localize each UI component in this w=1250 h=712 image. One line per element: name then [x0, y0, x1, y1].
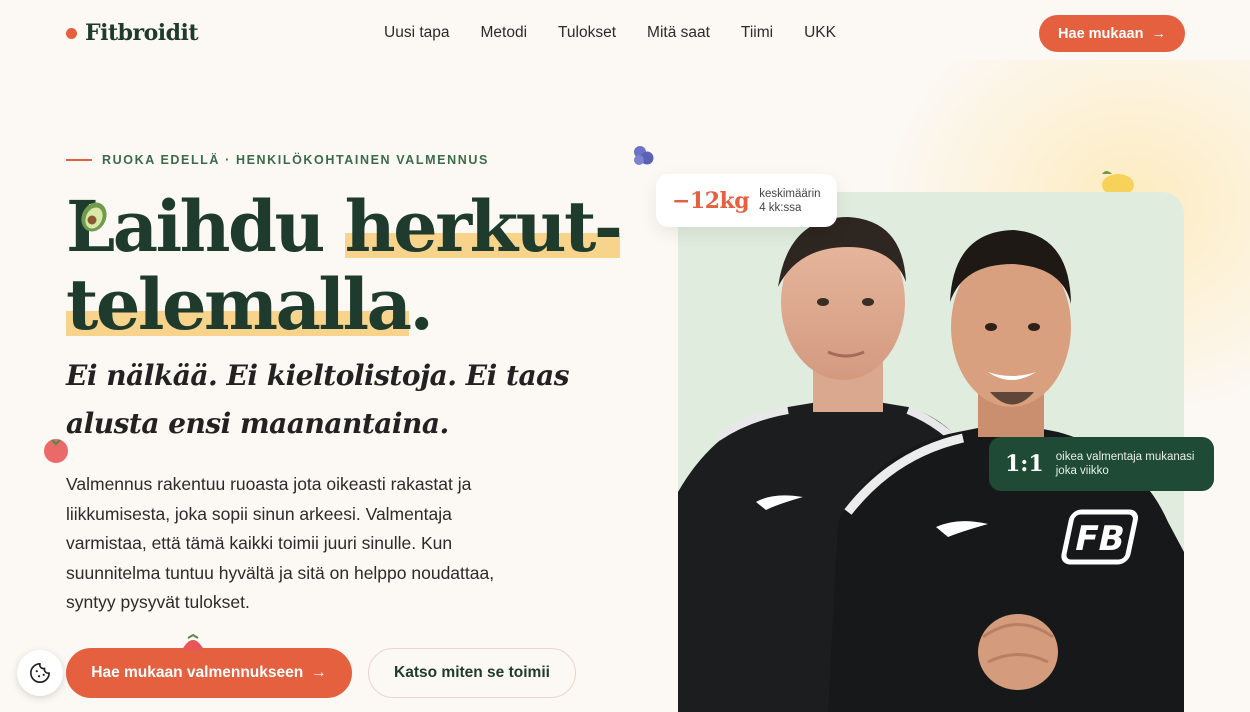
header-apply-button[interactable]: Hae mukaan →: [1039, 15, 1185, 52]
cookie-settings-button[interactable]: [17, 650, 63, 696]
nav-item-mita-saat[interactable]: Mitä saat: [647, 24, 710, 42]
stat-value: −12kg: [672, 187, 750, 214]
stat-caption-line2: 4 kk:ssa: [759, 201, 802, 214]
ratio-caption-line1: oikea valmentaja mukanasi: [1055, 451, 1195, 463]
nav-item-tulokset[interactable]: Tulokset: [558, 24, 616, 42]
ratio-caption-line2: joka viikko: [1055, 465, 1109, 477]
hero-eyebrow: RUOKA EDELLÄ · HENKILÖKOHTAINEN VALMENNU…: [66, 153, 489, 167]
eyebrow-line: [66, 159, 92, 161]
tomato-icon: [44, 439, 68, 463]
brand-dot-icon: [66, 27, 77, 39]
lemon-icon: [1102, 171, 1134, 194]
headline-highlight-1: herkut-: [344, 185, 623, 268]
nav-item-uusi-tapa[interactable]: Uusi tapa: [384, 24, 449, 42]
headline-highlight-2: telemalla: [66, 263, 412, 346]
avocado-icon: [81, 202, 107, 232]
nav-item-metodi[interactable]: Metodi: [480, 24, 527, 42]
arrow-right-icon: →: [1151, 25, 1166, 42]
one-on-one-badge: 1:1 oikea valmentaja mukanasi joka viikk…: [989, 437, 1214, 491]
hero-subhead: Ei nälkää. Ei kieltolistoja. Ei taas alu…: [66, 359, 570, 440]
brand-name: Fitbroidit: [85, 20, 199, 46]
ratio-value: 1:1: [1005, 451, 1044, 477]
apply-coaching-button[interactable]: Hae mukaan valmennukseen →: [66, 648, 352, 698]
svg-text:FB: FB: [1071, 519, 1129, 559]
eyebrow-text: RUOKA EDELLÄ · HENKILÖKOHTAINEN VALMENNU…: [102, 153, 489, 167]
hero-headline: Laihdu herkut-telemalla.: [66, 185, 626, 346]
blueberries-icon: [634, 146, 654, 165]
site-header: Fitbroidit Uusi tapa Metodi Tulokset Mit…: [0, 0, 1250, 68]
arrow-right-icon: →: [311, 664, 327, 681]
apply-coaching-label: Hae mukaan valmennukseen: [91, 664, 304, 681]
ratio-caption: oikea valmentaja mukanasi joka viikko: [1056, 450, 1195, 478]
cookie-icon: [30, 663, 50, 683]
brand-logo[interactable]: Fitbroidit: [66, 20, 199, 46]
weight-loss-stat-badge: −12kg keskimäärin 4 kk:ssa: [656, 174, 837, 227]
main-nav: Uusi tapa Metodi Tulokset Mitä saat Tiim…: [384, 24, 836, 42]
how-it-works-button[interactable]: Katso miten se toimii: [368, 648, 576, 698]
nav-item-ukk[interactable]: UKK: [804, 24, 836, 42]
stat-caption-line1: keskimäärin: [759, 187, 821, 200]
strawberry-icon: [182, 634, 204, 650]
header-apply-label: Hae mukaan: [1058, 25, 1144, 42]
nav-item-tiimi[interactable]: Tiimi: [741, 24, 773, 42]
hero-body: Valmennus rakentuu ruoasta jota oikeasti…: [66, 474, 495, 613]
stat-caption: keskimäärin 4 kk:ssa: [759, 187, 820, 215]
headline-end: .: [409, 263, 433, 346]
